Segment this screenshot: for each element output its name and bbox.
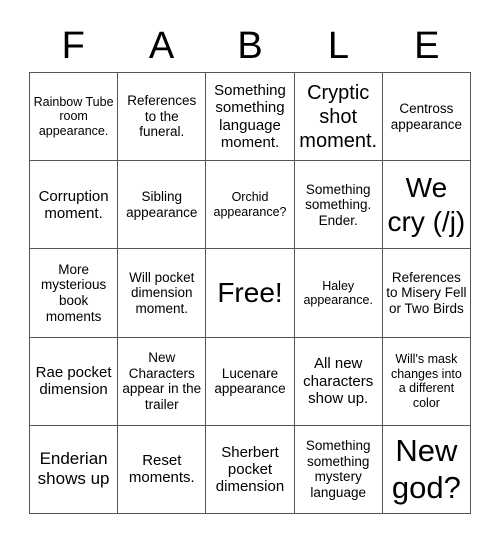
cell-text: Sherbert pocket dimension bbox=[215, 443, 285, 496]
bingo-cell[interactable]: Orchid appearance? bbox=[206, 161, 295, 250]
cell-text: New god? bbox=[391, 433, 461, 506]
header-letter-a: A bbox=[148, 25, 175, 67]
cell-text: Something something mystery language bbox=[305, 438, 371, 500]
bingo-cell[interactable]: New god? bbox=[382, 425, 471, 514]
bingo-cell[interactable]: Enderian shows up bbox=[30, 425, 119, 514]
cell-text: References to Misery Fell or Two Birds bbox=[386, 269, 467, 316]
bingo-cell[interactable]: Rainbow Tube room appearance. bbox=[30, 73, 119, 162]
cell-text: Something something. Ender. bbox=[305, 181, 372, 228]
cell-text: Will's mask changes into a different col… bbox=[390, 352, 462, 410]
header-letter-e: E bbox=[414, 25, 440, 67]
cell-text: References to the funeral. bbox=[127, 93, 197, 140]
cell-text: Rae pocket dimension bbox=[35, 363, 112, 399]
bingo-cell[interactable]: Haley appearance. bbox=[294, 249, 383, 338]
cell-text: All new characters show up. bbox=[303, 355, 374, 407]
bingo-cell[interactable]: New Characters appear in the trailer bbox=[118, 337, 207, 426]
bingo-cell[interactable]: Something something language moment. bbox=[206, 73, 295, 162]
bingo-board: Rainbow Tube room appearance. References… bbox=[29, 72, 471, 514]
bingo-cell[interactable]: Something something mystery language bbox=[294, 425, 383, 514]
cell-text: Something something language moment. bbox=[214, 82, 286, 151]
cell-text: Enderian shows up bbox=[37, 449, 110, 489]
cell-text: Centross appearance bbox=[390, 101, 463, 132]
bingo-cell[interactable]: Centross appearance bbox=[382, 73, 471, 162]
free-space-cell[interactable]: Free! bbox=[206, 249, 295, 338]
cell-text: Orchid appearance? bbox=[213, 190, 287, 219]
bingo-cell[interactable]: Will's mask changes into a different col… bbox=[382, 337, 471, 426]
bingo-cell[interactable]: Sibling appearance bbox=[118, 161, 207, 250]
cell-text: Haley appearance. bbox=[303, 278, 373, 307]
cell-text: Will pocket dimension moment. bbox=[129, 269, 195, 316]
cell-text: More mysterious book moments bbox=[40, 261, 107, 324]
bingo-cell[interactable]: More mysterious book moments bbox=[30, 249, 119, 338]
cell-text: Cryptic shot moment. bbox=[299, 81, 378, 152]
bingo-cell[interactable]: All new characters show up. bbox=[294, 337, 383, 426]
bingo-cell[interactable]: References to Misery Fell or Two Birds bbox=[382, 249, 471, 338]
header-letter-b: B bbox=[237, 25, 263, 67]
bingo-cell[interactable]: Will pocket dimension moment. bbox=[118, 249, 207, 338]
bingo-cell[interactable]: Reset moments. bbox=[118, 425, 207, 514]
header-letter-f: F bbox=[61, 25, 85, 67]
header-letter-l: L bbox=[327, 25, 349, 67]
bingo-cell[interactable]: Rae pocket dimension bbox=[30, 337, 119, 426]
cell-text: Lucenare appearance bbox=[214, 365, 286, 397]
cell-text: Sibling appearance bbox=[126, 189, 198, 220]
cell-text: New Characters appear in the trailer bbox=[122, 350, 202, 412]
free-space-text: Free! bbox=[217, 277, 283, 309]
bingo-header: F A B L E bbox=[29, 20, 471, 72]
cell-text: Reset moments. bbox=[128, 452, 195, 487]
cell-text: Corruption moment. bbox=[38, 187, 109, 222]
bingo-cell[interactable]: Lucenare appearance bbox=[206, 337, 295, 426]
cell-text: Rainbow Tube room appearance. bbox=[33, 95, 114, 138]
bingo-cell[interactable]: Corruption moment. bbox=[30, 161, 119, 250]
bingo-cell[interactable]: Cryptic shot moment. bbox=[294, 73, 383, 162]
bingo-cell[interactable]: References to the funeral. bbox=[118, 73, 207, 162]
bingo-cell[interactable]: Sherbert pocket dimension bbox=[206, 425, 295, 514]
bingo-cell[interactable]: Something something. Ender. bbox=[294, 161, 383, 250]
cell-text: We cry (/j) bbox=[387, 172, 466, 237]
bingo-cell[interactable]: We cry (/j) bbox=[382, 161, 471, 250]
